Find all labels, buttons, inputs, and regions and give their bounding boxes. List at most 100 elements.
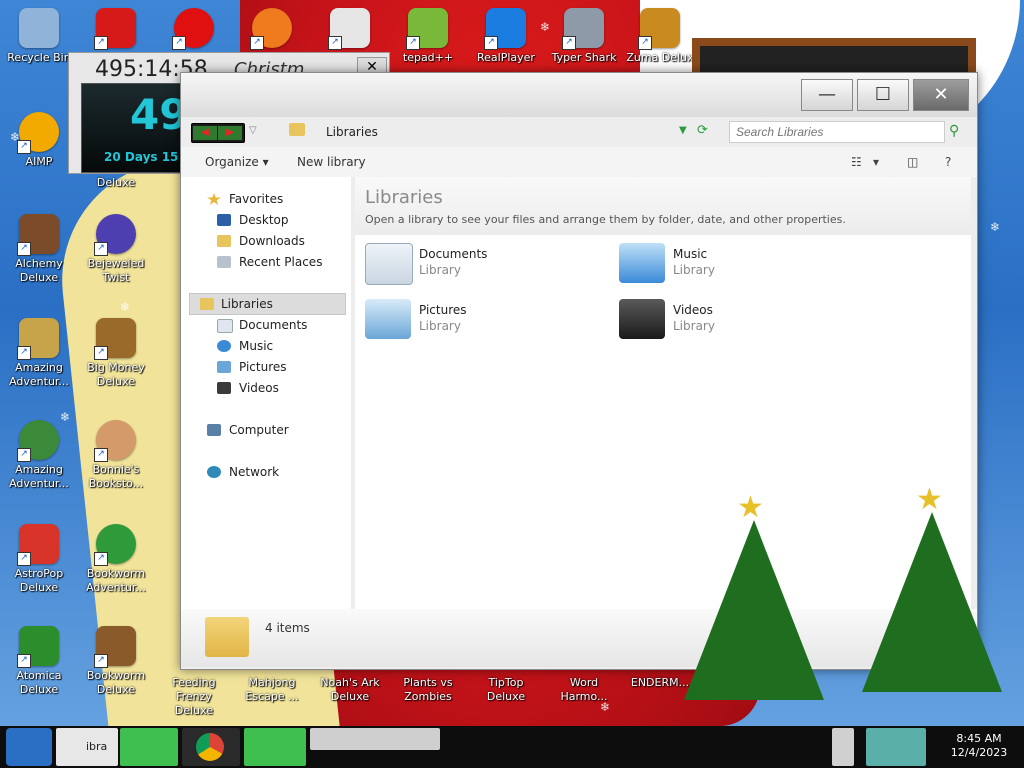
shrine-icon: ↗ xyxy=(328,8,370,50)
desktop-icon-tiptop[interactable]: TipTop Deluxe xyxy=(468,676,544,704)
refresh-icon[interactable]: ⟳ xyxy=(697,123,708,138)
start-button[interactable] xyxy=(6,728,52,766)
book-icon: ↗ xyxy=(94,626,136,668)
desktop-icon-feeding-frenzy[interactable]: Feeding Frenzy Deluxe xyxy=(156,676,232,718)
desktop-icon-noahs-ark[interactable]: Noah's Ark Deluxe xyxy=(312,676,388,704)
explorer-window[interactable]: — ☐ ✕ ◀▶ ▽ Libraries ▼ ⟳ ⚲ Organize ▾ Ne… xyxy=(180,72,978,670)
shortcut-arrow-icon: ↗ xyxy=(17,242,31,256)
search-input[interactable] xyxy=(729,121,945,143)
forward-button[interactable]: ▶ xyxy=(218,126,242,140)
address-dropdown-button[interactable]: ▼ xyxy=(679,125,687,136)
help-icon[interactable]: ? xyxy=(945,155,951,169)
desktop-icon-3[interactable]: ↗ xyxy=(156,8,232,51)
desktop-icon-realplayer[interactable]: ↗ RealPlayer xyxy=(468,8,544,65)
notepadpp-icon: ↗ xyxy=(406,8,448,50)
shortcut-arrow-icon: ↗ xyxy=(94,346,108,360)
desktop-icon-recycle-bin[interactable]: Recycle Bin xyxy=(1,8,77,65)
desktop-icon-word-harmony[interactable]: Word Harmo... xyxy=(546,676,622,704)
view-icon[interactable]: ☷ xyxy=(851,155,862,169)
downloads-folder-icon xyxy=(217,235,231,247)
desktop-icon-alchemy[interactable]: ↗ Alchemy Deluxe xyxy=(1,214,77,285)
taskbar-tree-button[interactable] xyxy=(244,728,306,766)
taskbar-app-button[interactable] xyxy=(310,728,440,750)
tray-network-icon[interactable] xyxy=(866,728,926,766)
pictures-icon xyxy=(217,361,231,373)
library-documents[interactable]: Documents Library xyxy=(365,243,585,287)
address-bar[interactable]: Libraries xyxy=(289,121,689,143)
libraries-icon xyxy=(200,298,214,310)
view-dropdown-icon[interactable]: ▾ xyxy=(873,155,879,169)
nav-favorites[interactable]: Favorites xyxy=(207,189,372,209)
desktop-icon-mahjong[interactable]: Mahjong Escape ... xyxy=(234,676,310,704)
shortcut-arrow-icon: ↗ xyxy=(328,36,342,50)
library-videos[interactable]: Videos Library xyxy=(619,299,839,343)
nav-libraries[interactable]: Libraries xyxy=(189,293,346,315)
desktop-icon-plants-vs-zombies[interactable]: Plants vs Zombies xyxy=(390,676,466,704)
preview-pane-icon[interactable]: ◫ xyxy=(907,155,918,169)
address-row: ◀▶ ▽ Libraries ▼ ⟳ ⚲ xyxy=(181,117,977,147)
snowflake-icon: ❄ xyxy=(990,220,1001,234)
shortcut-arrow-icon: ↗ xyxy=(638,36,652,50)
library-pictures[interactable]: Pictures Library xyxy=(365,299,585,343)
new-library-button[interactable]: New library xyxy=(297,155,366,169)
search-icon[interactable]: ⚲ xyxy=(949,123,959,139)
breadcrumb-libraries[interactable]: Libraries xyxy=(326,125,378,139)
desktop-icon-2[interactable]: ↗ xyxy=(78,8,154,51)
back-button[interactable]: ◀ xyxy=(193,126,217,140)
nav-computer[interactable]: Computer xyxy=(207,420,372,440)
pictures-library-icon xyxy=(365,299,411,339)
desktop-icon-aimp[interactable]: ↗ AIMP xyxy=(1,112,77,169)
desktop-icon-bonnies[interactable]: ↗ Bonnie's Booksto... xyxy=(78,420,154,491)
organize-button[interactable]: Organize ▾ xyxy=(205,155,269,169)
desktop-icon-firefox[interactable]: ↗ xyxy=(234,8,310,51)
recycle-bin-icon xyxy=(19,8,59,48)
shortcut-arrow-icon: ↗ xyxy=(17,552,31,566)
taskbar-explorer-button[interactable] xyxy=(120,728,178,766)
desktop-icon-amazing-adventures-2[interactable]: ↗ Amazing Adventur... xyxy=(1,420,77,491)
money-bag-icon: ↗ xyxy=(94,318,136,360)
gem-icon: ↗ xyxy=(94,214,136,256)
desktop-icon-typer-shark[interactable]: ↗ Typer Shark xyxy=(546,8,622,65)
taskbar-firefox-button[interactable]: ibra xyxy=(56,728,118,766)
shortcut-arrow-icon: ↗ xyxy=(484,36,498,50)
desktop-icon-shrine[interactable]: ↗ xyxy=(312,8,388,51)
window-titlebar[interactable]: — ☐ ✕ xyxy=(181,73,977,117)
recent-places-icon xyxy=(217,256,231,268)
desktop-icon-notepadpp[interactable]: ↗ tepad++ xyxy=(390,8,466,65)
star-icon xyxy=(207,193,221,205)
globe-icon: ↗ xyxy=(17,420,59,462)
desktop-icon-zuma[interactable]: ↗ Zuma Delux xyxy=(622,8,698,65)
desktop-icon-bejeweled[interactable]: ↗ Bejeweled Twist xyxy=(78,214,154,285)
bonnie-icon: ↗ xyxy=(94,420,136,462)
taskbar-chrome-button[interactable] xyxy=(182,728,240,766)
taskbar-clock[interactable]: 8:45 AM 12/4/2023 xyxy=(944,732,1014,760)
shortcut-arrow-icon: ↗ xyxy=(94,242,108,256)
desktop-icon-deluxe[interactable]: Deluxe xyxy=(78,176,154,190)
desktop-icon-atomica[interactable]: ↗ Atomica Deluxe xyxy=(1,626,77,697)
shortcut-arrow-icon: ↗ xyxy=(562,36,576,50)
chrome-icon xyxy=(196,733,224,761)
close-button[interactable]: ✕ xyxy=(913,79,969,111)
nav-network[interactable]: Network xyxy=(207,462,372,482)
recent-pages-dropdown[interactable]: ▽ xyxy=(249,125,257,136)
desktop-icon-astropop[interactable]: ↗ AstroPop Deluxe xyxy=(1,524,77,595)
documents-library-icon xyxy=(365,243,413,285)
shortcut-arrow-icon: ↗ xyxy=(17,140,31,154)
content-title: Libraries xyxy=(365,187,443,208)
minimize-button[interactable]: — xyxy=(801,79,853,111)
item-count: 4 items xyxy=(265,621,310,635)
navigation-pane: Favorites Desktop Downloads Recent Place… xyxy=(181,177,351,609)
desktop-icon xyxy=(217,214,231,226)
maximize-button[interactable]: ☐ xyxy=(857,79,909,111)
desktop-icon-big-money[interactable]: ↗ Big Money Deluxe xyxy=(78,318,154,389)
shortcut-arrow-icon: ↗ xyxy=(94,36,108,50)
tray-item[interactable] xyxy=(832,728,854,766)
christmas-tree-icon xyxy=(862,512,1002,692)
desktop-icon-bookworm-adventures[interactable]: ↗ Bookworm Adventur... xyxy=(78,524,154,595)
compass-icon: ↗ xyxy=(17,318,59,360)
library-music[interactable]: Music Library xyxy=(619,243,839,287)
desktop-icon-amazing-adventures-1[interactable]: ↗ Amazing Adventur... xyxy=(1,318,77,389)
shortcut-arrow-icon: ↗ xyxy=(17,448,31,462)
shortcut-arrow-icon: ↗ xyxy=(17,346,31,360)
desktop-icon-bookworm[interactable]: ↗ Bookworm Deluxe xyxy=(78,626,154,697)
